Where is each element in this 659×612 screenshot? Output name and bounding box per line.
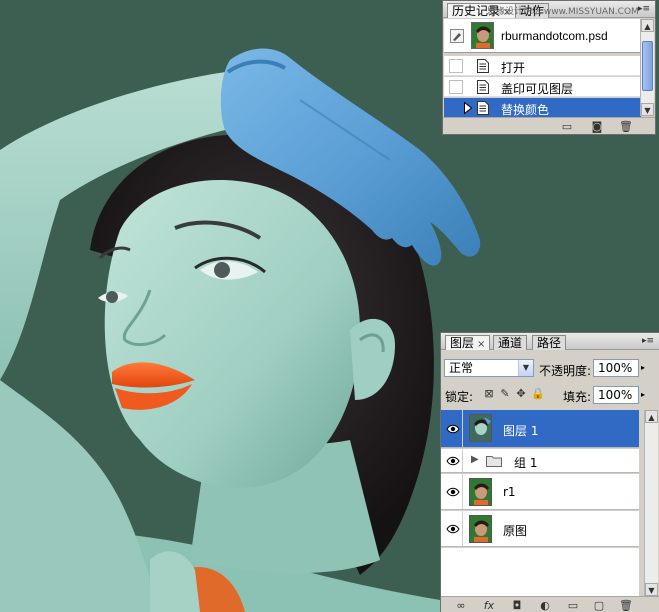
history-state-label: 替换颜色 xyxy=(501,103,550,117)
lock-label: 锁定: xyxy=(445,390,474,404)
history-state-label: 打开 xyxy=(501,61,526,75)
history-state-open[interactable]: 打开 xyxy=(444,56,641,76)
fill-dropdown-icon[interactable]: ▸ xyxy=(641,390,645,399)
lock-transparency-icon[interactable]: ⊠ xyxy=(483,388,495,400)
state-source-checkbox[interactable] xyxy=(449,59,463,73)
scroll-thumb[interactable] xyxy=(642,41,653,91)
opacity-dropdown-icon[interactable]: ▸ xyxy=(641,363,645,372)
tab-close-icon[interactable]: × xyxy=(477,339,485,350)
link-icon[interactable]: ∞ xyxy=(455,600,467,611)
layer-row-r1[interactable]: r1 xyxy=(441,474,639,510)
state-source-checkbox[interactable] xyxy=(449,101,463,115)
layers-panel: 图层 × 通道 路径 ▸≡ 正常 ▼ 不透明度: 100% ▸ 锁定: ⊠ ✎ ✥… xyxy=(440,332,659,612)
state-source-checkbox[interactable] xyxy=(449,80,463,94)
layer-name[interactable]: 图层 1 xyxy=(503,422,538,439)
layer-name[interactable]: 组 1 xyxy=(514,454,537,471)
visibility-toggle[interactable] xyxy=(443,474,463,509)
history-state-slider-icon[interactable] xyxy=(464,102,472,114)
lock-image-icon[interactable]: ✎ xyxy=(499,388,511,400)
eye-icon[interactable] xyxy=(446,524,460,534)
tab-layers[interactable]: 图层 × xyxy=(445,335,491,350)
history-scrollbar[interactable]: ▲ ▼ xyxy=(640,19,654,116)
fill-label: 填充: xyxy=(563,390,592,404)
visibility-toggle[interactable] xyxy=(443,511,463,546)
eye-icon[interactable] xyxy=(446,456,460,466)
history-snapshot[interactable]: rburmandotcom.psd xyxy=(444,19,641,53)
fx-icon[interactable]: fx xyxy=(483,600,495,611)
blend-opacity-row: 正常 ▼ 不透明度: 100% ▸ xyxy=(441,357,659,381)
lock-fill-row: 锁定: ⊠ ✎ ✥ 🔒 填充: 100% ▸ xyxy=(441,383,659,407)
new-layer-icon[interactable]: ▢ xyxy=(593,600,605,611)
folder-icon xyxy=(486,456,502,467)
opacity-value: 100% xyxy=(598,361,633,375)
blend-mode-select[interactable]: 正常 ▼ xyxy=(444,359,534,377)
history-bottom-bar: ▭ ◙ 🗑 xyxy=(443,117,655,134)
lock-all-icon[interactable]: 🔒 xyxy=(531,388,545,400)
layers-bottom-bar: ∞ fx ◘ ◐ ▭ ▢ 🗑 xyxy=(441,596,659,612)
chevron-down-icon[interactable]: ▼ xyxy=(518,360,533,376)
watermark-text: 思缘设计论坛 www.MISSYUAN.COM xyxy=(487,7,639,17)
snapshot-name: rburmandotcom.psd xyxy=(501,29,608,43)
scroll-up-arrow-icon[interactable]: ▲ xyxy=(641,19,654,32)
tab-paths[interactable]: 路径 xyxy=(532,335,567,350)
new-snapshot-icon[interactable]: ◙ xyxy=(591,121,603,132)
panel-menu-icon[interactable]: ▸≡ xyxy=(637,5,651,15)
tab-channels[interactable]: 通道 xyxy=(493,335,528,350)
layers-scrollbar[interactable]: ▲ ▼ xyxy=(644,410,658,596)
opacity-input[interactable]: 100% xyxy=(593,359,639,377)
group-folder-icon[interactable]: ▭ xyxy=(567,600,579,611)
snapshot-thumbnail xyxy=(471,22,494,49)
tab-layers-label: 图层 xyxy=(450,336,475,350)
adjustment-icon[interactable]: ◐ xyxy=(539,600,551,611)
layer-thumbnail xyxy=(469,414,492,442)
scroll-up-arrow-icon[interactable]: ▲ xyxy=(645,410,658,423)
history-state-stamp-visible[interactable]: 盖印可见图层 xyxy=(444,77,641,97)
history-state-label: 盖印可见图层 xyxy=(501,82,574,96)
layers-panel-tabbar: 图层 × 通道 路径 ▸≡ xyxy=(441,333,659,350)
layer-row-layer1[interactable]: 图层 1 xyxy=(441,410,639,448)
opacity-label: 不透明度: xyxy=(539,364,592,378)
brush-source-icon[interactable] xyxy=(450,29,464,43)
visibility-toggle[interactable] xyxy=(443,449,463,472)
layer-row-original[interactable]: 原图 xyxy=(441,511,639,547)
blend-mode-value: 正常 xyxy=(449,361,474,375)
layer-thumbnail xyxy=(469,478,492,506)
history-state-replace-color[interactable]: 替换颜色 xyxy=(444,98,641,118)
scroll-down-arrow-icon[interactable]: ▼ xyxy=(641,103,654,116)
expand-triangle-icon[interactable]: ▶ xyxy=(471,454,479,465)
eye-icon[interactable] xyxy=(446,424,460,434)
panel-menu-icon[interactable]: ▸≡ xyxy=(641,337,655,347)
tab-channels-label: 通道 xyxy=(498,336,523,350)
tab-paths-label: 路径 xyxy=(537,336,562,350)
history-panel: 历史记录 × 动作 思缘设计论坛 www.MISSYUAN.COM ▸≡ rbur… xyxy=(442,0,656,135)
layer-thumbnail xyxy=(469,515,492,543)
fill-input[interactable]: 100% xyxy=(593,386,639,404)
visibility-toggle[interactable] xyxy=(443,410,463,447)
mask-icon[interactable]: ◘ xyxy=(511,600,523,611)
new-document-from-state-icon[interactable]: ▭ xyxy=(561,121,573,132)
scroll-down-arrow-icon[interactable]: ▼ xyxy=(645,583,658,596)
history-state-icon xyxy=(477,59,489,73)
history-state-icon xyxy=(477,80,489,94)
history-state-icon xyxy=(477,101,489,115)
trash-icon[interactable]: 🗑 xyxy=(619,121,633,132)
fill-value: 100% xyxy=(598,388,633,402)
layers-empty-area xyxy=(441,548,639,596)
layer-name[interactable]: 原图 xyxy=(503,522,527,539)
history-panel-tabbar: 历史记录 × 动作 思缘设计论坛 www.MISSYUAN.COM ▸≡ xyxy=(443,1,655,18)
layer-row-group1[interactable]: ▶ 组 1 xyxy=(441,449,639,473)
trash-icon[interactable]: 🗑 xyxy=(619,600,633,611)
eye-icon[interactable] xyxy=(446,487,460,497)
layer-name[interactable]: r1 xyxy=(503,485,516,499)
lock-position-icon[interactable]: ✥ xyxy=(515,388,527,400)
